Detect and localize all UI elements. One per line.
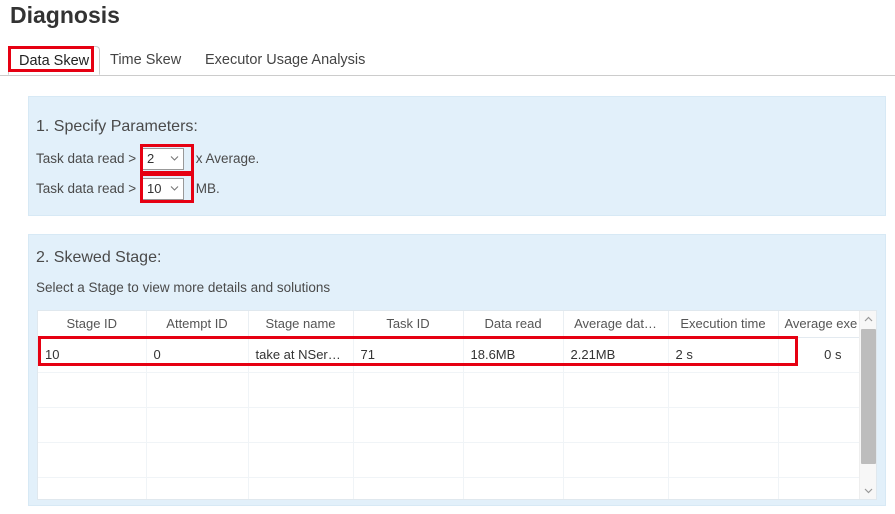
scroll-thumb[interactable] [861,329,876,464]
multiplier-select-value: 2 [146,151,155,167]
column-header-stage-name[interactable]: Stage name [248,311,354,338]
table-row[interactable] [38,442,861,478]
cell-data-read [463,407,564,443]
parameter-suffix-multiplier: x Average. [195,151,260,167]
skewed-stage-heading: 2. Skewed Stage: [36,249,162,266]
parameter-row-multiplier: Task data read > 2 x Average. [36,148,260,171]
tab-data-skew-label: Data Skew [19,53,90,69]
table-row[interactable] [38,372,861,408]
parameter-row-size: Task data read > 10 MB. [36,178,220,201]
table-row[interactable] [38,477,861,499]
chevron-down-icon [864,488,873,494]
cell-attempt-id [146,407,249,443]
cell-stage-name [248,407,354,443]
tab-time-skew-label: Time Skew [110,52,182,68]
parameter-suffix-size: MB. [195,181,220,197]
table-row[interactable] [38,407,861,443]
scroll-up-button[interactable] [860,311,876,328]
specify-parameters-heading: 1. Specify Parameters: [36,118,198,135]
column-header-average-execution-time[interactable]: Average exe… [778,311,861,338]
parameter-label-multiplier: Task data read > [36,151,137,167]
skewed-stage-table: Stage ID Attempt ID Stage name Task ID D… [38,311,861,499]
diagnosis-page: Diagnosis Data Skew Time Skew Executor U… [0,0,895,514]
tab-data-skew[interactable]: Data Skew [8,46,101,75]
cell-data-read [463,442,564,478]
cell-execution-time [668,442,779,478]
cell-average-data-read [563,372,669,408]
cell-average-data-read [563,477,669,499]
cell-average-execution-time [778,477,861,499]
cell-data-read [463,477,564,499]
cell-average-data-read [563,407,669,443]
cell-average-data-read: 2.21MB [563,337,669,373]
cell-stage-id [38,372,147,408]
cell-task-id [353,407,464,443]
cell-data-read: 18.6MB [463,337,564,373]
cell-execution-time [668,372,779,408]
cell-execution-time [668,407,779,443]
tab-time-skew[interactable]: Time Skew [100,46,191,75]
multiplier-select[interactable]: 2 [141,148,184,171]
page-title: Diagnosis [10,2,120,28]
column-header-data-read[interactable]: Data read [463,311,564,338]
column-header-task-id[interactable]: Task ID [353,311,464,338]
cell-execution-time: 2 s [668,337,779,373]
skewed-stage-table-container: Stage ID Attempt ID Stage name Task ID D… [37,310,877,500]
column-header-execution-time[interactable]: Execution time [668,311,779,338]
tab-executor-usage-analysis-label: Executor Usage Analysis [205,52,366,68]
table-header-row: Stage ID Attempt ID Stage name Task ID D… [38,311,861,338]
cell-average-execution-time [778,372,861,408]
cell-stage-name [248,442,354,478]
table-row[interactable]: 10 0 take at NSer… 71 18.6MB 2.21MB 2 s … [38,337,861,373]
cell-attempt-id [146,442,249,478]
cell-stage-id [38,407,147,443]
parameter-label-size: Task data read > [36,181,137,197]
chevron-up-icon [864,316,873,322]
cell-task-id [353,477,464,499]
cell-task-id: 71 [353,337,464,373]
cell-attempt-id: 0 [146,337,249,373]
table-vertical-scrollbar[interactable] [859,311,876,499]
chevron-down-icon [170,184,179,193]
cell-execution-time [668,477,779,499]
cell-average-execution-time: 0 s [778,337,861,373]
size-select[interactable]: 10 [141,178,184,201]
cell-stage-name [248,477,354,499]
cell-stage-id: 10 [38,337,147,373]
skewed-stage-subtitle: Select a Stage to view more details and … [36,280,331,295]
cell-task-id [353,372,464,408]
column-header-stage-id[interactable]: Stage ID [38,311,147,338]
cell-stage-id [38,442,147,478]
table-body: 10 0 take at NSer… 71 18.6MB 2.21MB 2 s … [38,337,861,499]
column-header-average-data-read[interactable]: Average dat… [563,311,669,338]
cell-data-read [463,372,564,408]
cell-stage-name [248,372,354,408]
tab-bar: Data Skew Time Skew Executor Usage Analy… [0,46,895,76]
cell-average-execution-time [778,442,861,478]
cell-task-id [353,442,464,478]
cell-average-data-read [563,442,669,478]
cell-stage-id [38,477,147,499]
chevron-down-icon [170,154,179,163]
scroll-down-button[interactable] [860,482,876,499]
cell-stage-name: take at NSer… [248,337,354,373]
tab-executor-usage-analysis[interactable]: Executor Usage Analysis [195,46,375,75]
column-header-attempt-id[interactable]: Attempt ID [146,311,249,338]
cell-attempt-id [146,477,249,499]
cell-attempt-id [146,372,249,408]
cell-average-execution-time [778,407,861,443]
size-select-value: 10 [146,181,162,197]
